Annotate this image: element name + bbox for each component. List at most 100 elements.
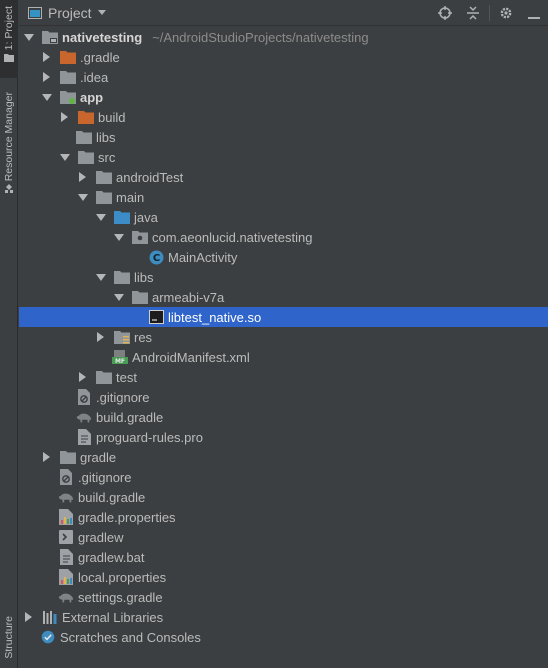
- tree-node[interactable]: gradlew.bat: [19, 547, 548, 567]
- properties-icon: [58, 569, 74, 585]
- view-selector-dropdown[interactable]: Project: [28, 5, 106, 21]
- gradle-elephant-icon: [58, 589, 74, 605]
- expanded-chevron-icon[interactable]: [24, 33, 34, 41]
- tree-node[interactable]: res: [19, 327, 548, 347]
- tree-node-label: AndroidManifest.xml: [132, 349, 250, 365]
- collapsed-chevron-icon[interactable]: [43, 72, 50, 82]
- locate-button[interactable]: [431, 3, 459, 23]
- tree-node[interactable]: com.aeonlucid.nativetesting: [19, 227, 548, 247]
- package-icon: [132, 229, 148, 245]
- project-tool-tab[interactable]: 1: Project: [0, 0, 18, 78]
- tree-node-label: libtest_native.so: [168, 309, 262, 325]
- tree-node[interactable]: libs: [19, 267, 548, 287]
- tree-node[interactable]: local.properties: [19, 567, 548, 587]
- expanded-chevron-icon[interactable]: [60, 153, 70, 161]
- tree-node-label: com.aeonlucid.nativetesting: [152, 229, 313, 245]
- tree-node-label: test: [116, 369, 137, 385]
- tree-node-label: settings.gradle: [78, 589, 163, 605]
- settings-button[interactable]: [492, 3, 520, 23]
- collapsed-chevron-icon[interactable]: [79, 172, 86, 182]
- tree-node[interactable]: .gitignore: [19, 467, 548, 487]
- tree-node[interactable]: settings.gradle: [19, 587, 548, 607]
- tree-node[interactable]: .gitignore: [19, 387, 548, 407]
- tree-node[interactable]: gradlew: [19, 527, 548, 547]
- tree-node[interactable]: C MainActivity: [19, 247, 548, 267]
- tree-node[interactable]: test: [19, 367, 548, 387]
- tree-node[interactable]: app: [19, 87, 548, 107]
- folder-icon: [96, 369, 112, 385]
- tree-node-label: .gitignore: [78, 469, 132, 485]
- tree-node-label: armeabi-v7a: [152, 289, 225, 305]
- text-file-icon: [76, 429, 92, 445]
- collapse-all-icon: [467, 5, 479, 20]
- tree-node-label: gradlew.bat: [78, 549, 145, 565]
- folder-icon: [114, 269, 130, 285]
- tree-node-label: androidTest: [116, 169, 184, 185]
- tree-node[interactable]: main: [19, 187, 548, 207]
- tree-node[interactable]: build: [19, 107, 548, 127]
- tree-node[interactable]: androidTest: [19, 167, 548, 187]
- tree-node[interactable]: libtest_native.so: [19, 307, 548, 327]
- collapsed-chevron-icon[interactable]: [25, 612, 32, 622]
- collapsed-chevron-icon[interactable]: [97, 332, 104, 342]
- resource-manager-tab[interactable]: Resource Manager: [0, 92, 18, 212]
- collapse-all-button[interactable]: [459, 3, 487, 23]
- collapsed-chevron-icon[interactable]: [79, 372, 86, 382]
- svg-text:MF: MF: [115, 358, 125, 364]
- hide-button[interactable]: [520, 3, 548, 23]
- project-tool-tab-label: 1: Project: [3, 6, 15, 51]
- project-tree: nativetesting ~/AndroidStudioProjects/nat…: [19, 27, 548, 668]
- gradle-elephant-icon: [58, 489, 74, 505]
- tree-node-label: libs: [96, 129, 116, 145]
- chevron-down-icon: [97, 10, 106, 15]
- expanded-chevron-icon[interactable]: [114, 233, 124, 241]
- tree-node[interactable]: build.gradle: [19, 407, 548, 427]
- structure-tool-tab[interactable]: Structure: [0, 610, 18, 668]
- structure-tool-tab-label: Structure: [3, 616, 15, 659]
- android-module-icon: [60, 89, 76, 105]
- folder-orange-icon: [78, 109, 94, 125]
- tree-node-label: .idea: [80, 69, 109, 85]
- shell-script-icon: [58, 529, 74, 545]
- tree-node-label: .gradle: [80, 49, 120, 65]
- folder-icon: [96, 189, 112, 205]
- tree-node[interactable]: External Libraries: [19, 607, 548, 627]
- tree-node[interactable]: libs: [19, 127, 548, 147]
- tree-node[interactable]: gradle.properties: [19, 507, 548, 527]
- folder-icon: [60, 69, 76, 85]
- folder-blue-icon: [114, 209, 130, 225]
- tree-node[interactable]: Scratches and Consoles: [19, 627, 548, 647]
- tree-node[interactable]: src: [19, 147, 548, 167]
- libraries-icon: [42, 609, 58, 625]
- tree-node[interactable]: proguard-rules.pro: [19, 427, 548, 447]
- folder-icon: [132, 289, 148, 305]
- tree-node-label: gradlew: [78, 529, 124, 545]
- tree-node[interactable]: MF AndroidManifest.xml: [19, 347, 548, 367]
- tree-node-label: proguard-rules.pro: [96, 429, 203, 445]
- expanded-chevron-icon[interactable]: [96, 213, 106, 221]
- resource-manager-tab-label: Resource Manager: [3, 92, 15, 182]
- tree-node[interactable]: gradle: [19, 447, 548, 467]
- expanded-chevron-icon[interactable]: [114, 293, 124, 301]
- tree-node-label: nativetesting: [62, 29, 143, 45]
- expanded-chevron-icon[interactable]: [78, 193, 88, 201]
- collapsed-chevron-icon[interactable]: [43, 452, 50, 462]
- folder-icon: [60, 449, 76, 465]
- svg-text:C: C: [152, 253, 159, 264]
- tree-node[interactable]: java: [19, 207, 548, 227]
- tree-node[interactable]: armeabi-v7a: [19, 287, 548, 307]
- collapsed-chevron-icon[interactable]: [43, 52, 50, 62]
- tree-node[interactable]: nativetesting ~/AndroidStudioProjects/nat…: [19, 27, 548, 47]
- tree-node-label: libs: [134, 269, 154, 285]
- collapsed-chevron-icon[interactable]: [61, 112, 68, 122]
- tree-node[interactable]: .gradle: [19, 47, 548, 67]
- tree-node[interactable]: build.gradle: [19, 487, 548, 507]
- properties-icon: [58, 509, 74, 525]
- folder-icon: [96, 169, 112, 185]
- expanded-chevron-icon[interactable]: [96, 273, 106, 281]
- project-module-icon: [42, 29, 58, 45]
- tree-node[interactable]: .idea: [19, 67, 548, 87]
- gitignore-icon: [76, 389, 92, 405]
- expanded-chevron-icon[interactable]: [42, 93, 52, 101]
- locate-icon: [438, 5, 452, 20]
